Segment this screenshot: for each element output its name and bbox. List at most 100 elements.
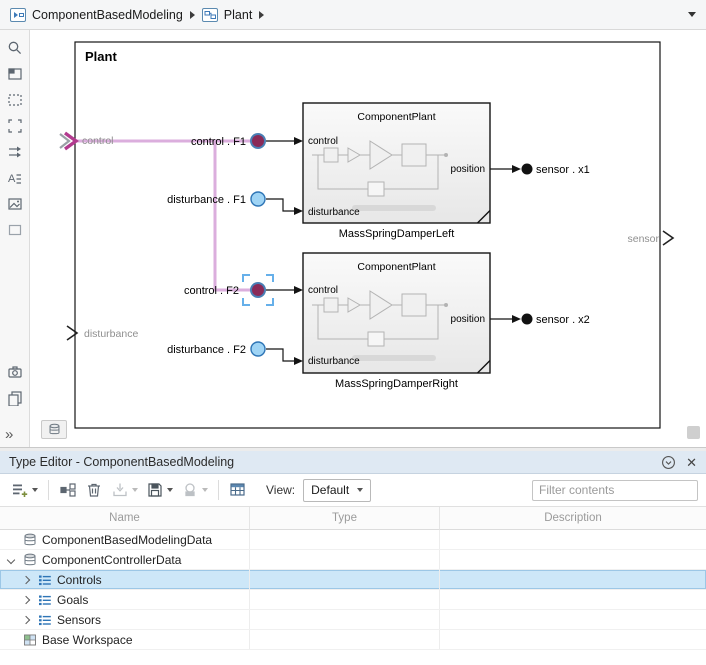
dropdown-caret-icon[interactable] (167, 488, 173, 492)
block-name-label: MassSpringDamperLeft (339, 228, 455, 240)
camera-icon (8, 366, 22, 378)
breadcrumb-separator-icon (259, 10, 265, 19)
sensor-output-port-chevron-icon[interactable] (662, 230, 675, 246)
diagram-canvas[interactable]: Plant control disturbance sensor Compone… (30, 30, 706, 447)
block-massspringdamperleft[interactable]: ComponentPlant control disturbance posit… (302, 102, 491, 224)
column-header-type: Type (250, 507, 440, 530)
row-type-cell (250, 610, 440, 629)
filter-contents-input[interactable] (532, 479, 698, 501)
hierarchy-button[interactable] (56, 478, 80, 502)
row-type-cell (250, 570, 440, 589)
add-type-icon (13, 484, 28, 497)
simulink-window: ComponentBasedModeling Plant A » Plant c… (0, 0, 706, 665)
image-button[interactable] (2, 192, 28, 216)
disturbance-f2-bus-port[interactable] (250, 341, 266, 357)
sensor-port-label: sensor (627, 233, 659, 245)
expand-chevron-icon[interactable] (21, 615, 31, 624)
dropdown-caret-icon[interactable] (132, 488, 138, 492)
type-table: Name Type Description ComponentBasedMode… (0, 507, 706, 650)
block-inner-title: ComponentPlant (357, 111, 435, 123)
column-header-name: Name (0, 507, 250, 530)
annotation-button[interactable]: A (2, 166, 28, 190)
bus-port-label: sensor . x2 (536, 314, 590, 326)
type-editor-toolbar: View: Default (0, 474, 706, 507)
block-port-label-control: control (308, 136, 338, 147)
plant-title: Plant (85, 49, 117, 64)
expand-chevron-icon[interactable] (6, 555, 16, 564)
expand-chevron-icon[interactable] (21, 575, 31, 584)
palette-expand-button[interactable]: » (5, 426, 13, 443)
table-header-row: Name Type Description (0, 507, 706, 530)
area-button[interactable] (2, 218, 28, 242)
area-icon (8, 224, 21, 236)
control-f2-bus-port[interactable] (250, 282, 266, 298)
signal-routing-button[interactable] (2, 140, 28, 164)
delete-button[interactable] (82, 478, 106, 502)
row-type-cell (250, 530, 440, 549)
table-row[interactable]: ComponentBasedModelingData (0, 530, 706, 550)
copy-view-button[interactable] (2, 386, 28, 410)
zoom-icon (8, 41, 21, 55)
toolbar-separator (48, 480, 49, 500)
breadcrumb-label: ComponentBasedModeling (32, 7, 183, 22)
database-icon (49, 423, 59, 435)
bus-type-icon (39, 595, 51, 605)
table-row[interactable]: Sensors (0, 610, 706, 630)
block-port-label-disturbance: disturbance (308, 207, 360, 218)
table-row[interactable]: ComponentControllerData (0, 550, 706, 570)
dropdown-caret-icon[interactable] (202, 488, 208, 492)
data-browser-button[interactable] (41, 420, 67, 439)
collapse-panel-icon[interactable] (661, 455, 676, 470)
block-massspringdamperright[interactable]: ComponentPlant control disturbance posit… (302, 252, 491, 374)
bus-type-icon (39, 575, 51, 585)
table-row[interactable]: Goals (0, 590, 706, 610)
bus-port-label: disturbance . F1 (167, 194, 246, 206)
type-editor-titlebar: Type Editor - ComponentBasedModeling ✕ (0, 451, 706, 474)
model-icon (10, 7, 26, 22)
save-button[interactable] (143, 478, 176, 502)
new-table-icon (230, 483, 245, 496)
row-name-label: Sensors (57, 612, 102, 627)
add-type-button[interactable] (8, 478, 41, 502)
sensor-x1-bus-port[interactable] (521, 163, 533, 175)
control-f1-bus-port[interactable] (250, 133, 266, 149)
close-panel-icon[interactable]: ✕ (686, 456, 697, 469)
editor-main: A » Plant control disturbance sensor Com… (0, 30, 706, 447)
new-table-button[interactable] (226, 478, 250, 502)
comment-box-button[interactable] (2, 88, 28, 112)
breadcrumb: ComponentBasedModeling Plant (0, 0, 706, 30)
base-workspace-icon (24, 634, 36, 645)
disturbance-f1-bus-port[interactable] (250, 191, 266, 207)
bus-type-icon (39, 615, 51, 625)
view-dropdown-value: Default (311, 483, 350, 497)
apply-changes-button[interactable] (178, 478, 211, 502)
sensor-x2-bus-port[interactable] (521, 313, 533, 325)
trash-icon (88, 483, 100, 497)
view-dropdown[interactable]: Default (303, 478, 372, 502)
annotation-icon: A (8, 173, 21, 185)
row-type-cell (250, 630, 440, 649)
comment-box-icon (7, 94, 22, 106)
bus-port-label: control . F1 (191, 136, 246, 148)
row-description-cell (440, 530, 706, 549)
toolbar-separator (218, 480, 219, 500)
breadcrumb-dropdown-icon[interactable] (688, 12, 696, 17)
camera-button[interactable] (2, 360, 28, 384)
selection-frame-button[interactable] (2, 114, 28, 138)
breadcrumb-item-plant[interactable]: Plant (201, 7, 252, 22)
import-button[interactable] (108, 478, 141, 502)
viewport-button[interactable] (2, 62, 28, 86)
scrollbar-corner (687, 426, 700, 439)
table-row[interactable]: Base Workspace (0, 630, 706, 650)
dropdown-caret-icon[interactable] (32, 488, 38, 492)
import-icon (113, 483, 127, 497)
zoom-button[interactable] (2, 36, 28, 60)
row-name-label: Goals (57, 592, 89, 607)
bus-port-label: disturbance . F2 (167, 344, 246, 356)
signal-routing-icon (8, 146, 21, 158)
breadcrumb-item-model[interactable]: ComponentBasedModeling (10, 7, 183, 22)
block-port-label-disturbance: disturbance (308, 356, 360, 367)
block-name-label: MassSpringDamperRight (335, 378, 458, 390)
expand-chevron-icon[interactable] (21, 595, 31, 604)
table-row-selected[interactable]: Controls (0, 570, 706, 590)
